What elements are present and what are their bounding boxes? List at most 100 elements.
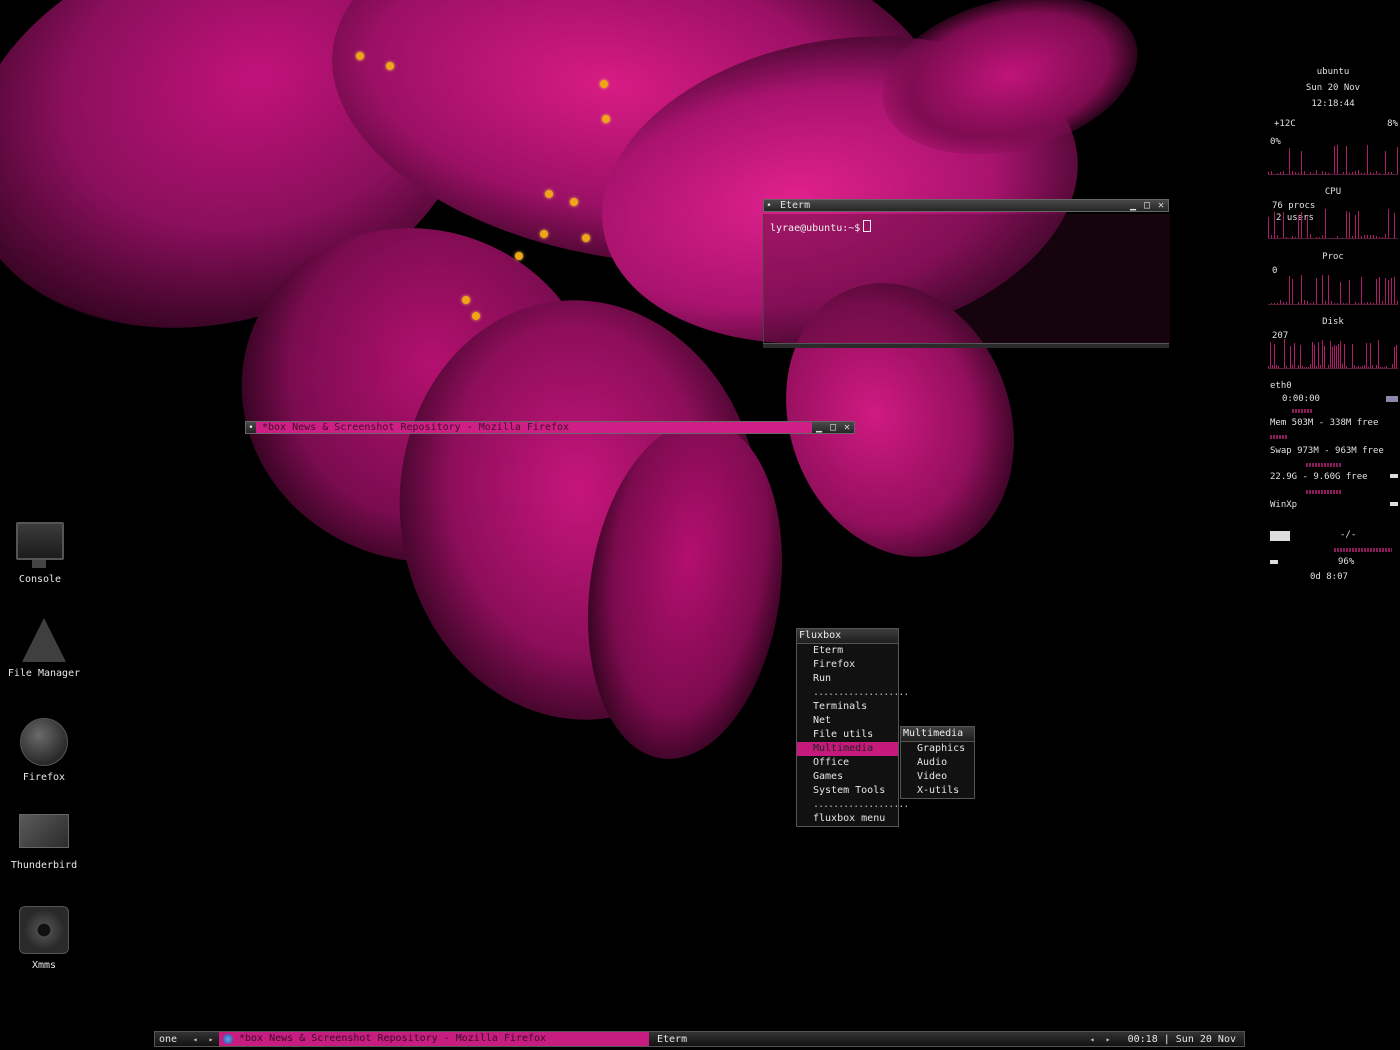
conky-disk2: WinXp bbox=[1270, 500, 1298, 510]
xmms-icon bbox=[19, 906, 69, 954]
conky-proc-label: Proc bbox=[1322, 252, 1344, 262]
graph-bar bbox=[1325, 172, 1326, 174]
graph-bar bbox=[1384, 367, 1385, 368]
close-button[interactable]: ✕ bbox=[1154, 200, 1168, 211]
conky-time: 12:18:44 bbox=[1311, 99, 1355, 109]
graph-bar bbox=[1283, 302, 1284, 304]
thunderbird-icon bbox=[19, 814, 69, 848]
graph-bar bbox=[1368, 367, 1369, 368]
graph-bar bbox=[1355, 171, 1356, 174]
desktop-icon-xmms[interactable]: Xmms bbox=[4, 906, 84, 971]
graph-bar bbox=[1308, 367, 1309, 368]
window-menu-icon[interactable]: • bbox=[764, 201, 774, 211]
menu-item-eterm[interactable]: Eterm bbox=[797, 644, 898, 658]
desktop-icon-label: File Manager bbox=[7, 668, 81, 679]
minimize-button[interactable]: ▁ bbox=[1126, 200, 1140, 211]
graph-bar bbox=[1316, 170, 1317, 174]
firefox-titlebar[interactable]: • *box News & Screenshot Repository - Mo… bbox=[245, 421, 855, 434]
menu-item-system-tools[interactable]: System Tools bbox=[797, 784, 898, 798]
menu-item-terminals[interactable]: Terminals bbox=[797, 700, 898, 714]
conky-cpu-label: CPU bbox=[1324, 187, 1342, 197]
workspace-prev-button[interactable]: ◂ bbox=[187, 1035, 203, 1044]
graph-bar bbox=[1322, 340, 1323, 368]
graph-bar bbox=[1298, 302, 1299, 304]
graph-bar bbox=[1314, 345, 1315, 368]
graph-bar bbox=[1298, 215, 1299, 238]
maximize-button[interactable]: □ bbox=[1140, 200, 1154, 211]
graph-bar bbox=[1385, 278, 1386, 304]
conky-temp: +12C bbox=[1274, 119, 1296, 129]
close-button[interactable]: ✕ bbox=[840, 422, 854, 433]
conky-mem: Mem 503M - 338M free bbox=[1270, 418, 1379, 428]
menu-item-video[interactable]: Video bbox=[901, 770, 974, 784]
taskbar-task-eterm[interactable]: Eterm bbox=[649, 1034, 1084, 1045]
graph-bar bbox=[1277, 303, 1278, 304]
taskbar-task-firefox[interactable]: *box News & Screenshot Repository - Mozi… bbox=[219, 1032, 649, 1046]
desktop-icon-label: Firefox bbox=[22, 772, 66, 783]
task-next-button[interactable]: ▸ bbox=[1100, 1035, 1116, 1044]
graph-bar bbox=[1270, 342, 1271, 368]
graph-bar bbox=[1372, 365, 1373, 368]
graph-bar bbox=[1330, 341, 1331, 368]
graph-bar bbox=[1385, 234, 1386, 238]
monitor-icon bbox=[16, 522, 64, 568]
desktop-icon-label: Thunderbird bbox=[10, 860, 78, 871]
menu-item-net[interactable]: Net bbox=[797, 714, 898, 728]
maximize-button[interactable]: □ bbox=[826, 422, 840, 433]
eterm-titlebar[interactable]: • Eterm ▁ □ ✕ bbox=[763, 199, 1169, 212]
graph-bar bbox=[1388, 172, 1389, 174]
task-prev-button[interactable]: ◂ bbox=[1084, 1035, 1100, 1044]
workspace-name[interactable]: one bbox=[155, 1034, 187, 1045]
graph-bar bbox=[1394, 213, 1395, 238]
menu-item-office[interactable]: Office bbox=[797, 756, 898, 770]
graph-bar bbox=[1292, 236, 1293, 238]
desktop-icon-console[interactable]: Console bbox=[0, 522, 80, 585]
graph-bar bbox=[1301, 151, 1302, 174]
window-menu-icon[interactable]: • bbox=[246, 423, 256, 433]
graph-bar bbox=[1346, 366, 1347, 368]
menu-item-audio[interactable]: Audio bbox=[901, 756, 974, 770]
menu-item-multimedia[interactable]: Multimedia bbox=[797, 742, 898, 756]
graph-bar bbox=[1373, 173, 1374, 174]
workspace-next-button[interactable]: ▸ bbox=[203, 1035, 219, 1044]
eterm-terminal[interactable]: lyrae@ubuntu:~$ bbox=[763, 214, 1170, 344]
multimedia-submenu: Multimedia Graphics Audio Video X-utils bbox=[900, 726, 975, 799]
graph-bar bbox=[1346, 146, 1347, 174]
graph-bar bbox=[1334, 345, 1335, 368]
graph-bar bbox=[1304, 171, 1305, 174]
conky-cpu-percent: 8% bbox=[1387, 119, 1398, 129]
desktop-icon-file-manager[interactable]: File Manager bbox=[4, 618, 84, 679]
graph-bar bbox=[1325, 301, 1326, 304]
cpu-line-graph bbox=[1268, 204, 1398, 239]
drive-icon bbox=[1390, 502, 1398, 506]
menu-item-firefox[interactable]: Firefox bbox=[797, 658, 898, 672]
graph-bar bbox=[1360, 367, 1361, 368]
battery-meter bbox=[1334, 548, 1392, 552]
minimize-button[interactable]: ▁ bbox=[812, 422, 826, 433]
graph-bar bbox=[1313, 302, 1314, 304]
submenu-title: Multimedia bbox=[901, 727, 974, 742]
menu-item-x-utils[interactable]: X-utils bbox=[901, 784, 974, 798]
graph-bar bbox=[1301, 275, 1302, 304]
graph-bar bbox=[1382, 367, 1383, 368]
graph-bar bbox=[1280, 300, 1281, 304]
graph-bar bbox=[1370, 343, 1371, 368]
desktop-icon-firefox[interactable]: Firefox bbox=[4, 718, 84, 783]
menu-item-graphics[interactable]: Graphics bbox=[901, 742, 974, 756]
menu-item-run[interactable]: Run bbox=[797, 672, 898, 686]
graph-bar bbox=[1397, 147, 1398, 174]
desktop-icon-thunderbird[interactable]: Thunderbird bbox=[4, 814, 84, 871]
graph-bar bbox=[1364, 303, 1365, 304]
graph-bar bbox=[1292, 171, 1293, 174]
menu-item-fluxbox-menu[interactable]: fluxbox menu bbox=[797, 812, 898, 826]
mail-icon bbox=[1270, 531, 1290, 541]
menu-item-file-utils[interactable]: File utils bbox=[797, 728, 898, 742]
eterm-scrollbar[interactable] bbox=[763, 343, 1169, 348]
graph-bar bbox=[1376, 279, 1377, 304]
swap-meter bbox=[1306, 463, 1342, 467]
graph-bar bbox=[1331, 301, 1332, 304]
menu-item-games[interactable]: Games bbox=[797, 770, 898, 784]
graph-bar bbox=[1367, 145, 1368, 174]
graph-bar bbox=[1394, 277, 1395, 304]
graph-bar bbox=[1336, 346, 1337, 368]
